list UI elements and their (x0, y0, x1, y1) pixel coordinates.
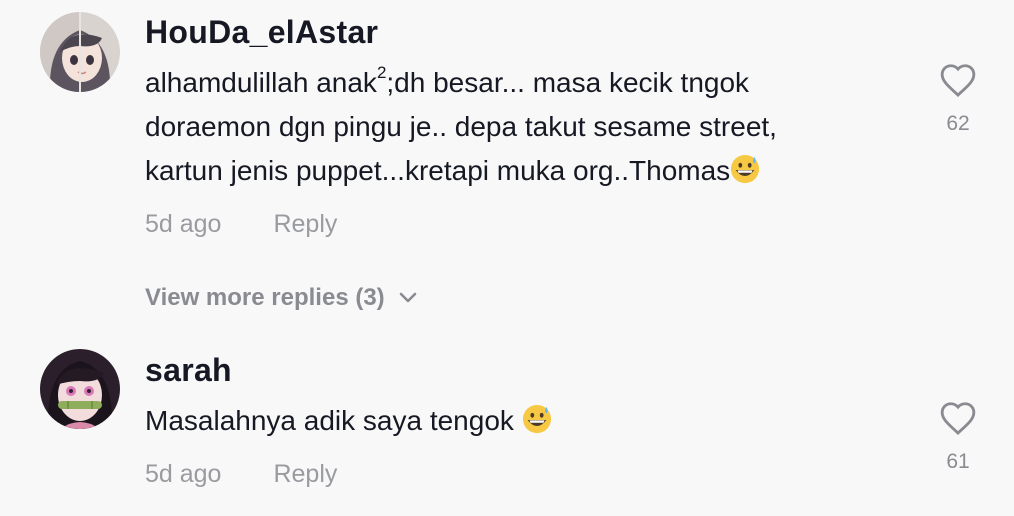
comment-text: Masalahnya adik saya tengok (145, 399, 865, 443)
comment-text-part: Masalahnya adik saya tengok (145, 405, 522, 436)
reply-button[interactable]: Reply (273, 460, 337, 488)
chevron-down-icon (399, 283, 417, 311)
avatar[interactable] (40, 12, 120, 92)
view-more-replies-button[interactable]: View more replies (3) (145, 283, 417, 312)
comment-username[interactable]: sarah (145, 352, 232, 389)
heart-icon (940, 402, 976, 435)
like-button[interactable]: 62 (938, 62, 978, 136)
comment-text: alhamdulillah anak2;dh besar... masa kec… (145, 61, 865, 193)
grinning-sweat-emoji-icon (731, 154, 760, 184)
heart-icon (940, 64, 976, 97)
comment-username[interactable]: HouDa_elAstar (145, 14, 378, 51)
like-count: 62 (946, 112, 970, 135)
like-button[interactable]: 61 (938, 400, 978, 474)
comment-text-part: alhamdulillah anak (145, 67, 377, 98)
avatar[interactable] (40, 349, 120, 429)
anime-girl-avatar-icon (40, 12, 120, 92)
reply-button[interactable]: Reply (273, 210, 337, 238)
anime-girl-bamboo-avatar-icon (40, 349, 120, 429)
like-count: 61 (946, 450, 970, 473)
comment-time: 5d ago (145, 460, 222, 488)
comment-meta: 5d ago Reply (145, 460, 337, 489)
comment-time: 5d ago (145, 210, 222, 238)
grinning-sweat-emoji-icon (522, 404, 551, 434)
comment-meta: 5d ago Reply (145, 210, 337, 239)
superscript: 2 (376, 63, 387, 82)
view-more-replies-label: View more replies (3) (145, 284, 385, 311)
